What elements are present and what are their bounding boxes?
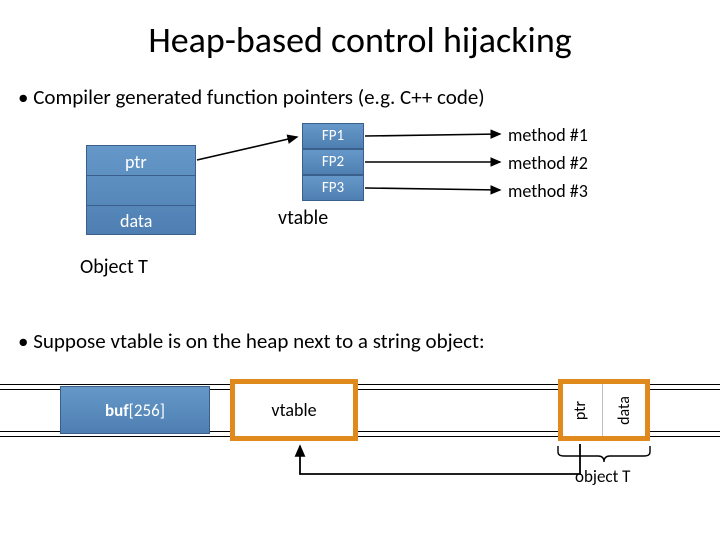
heap-ptr-label: ptr	[571, 401, 590, 420]
object-divider-1	[86, 175, 196, 176]
vtable-fp3: FP3	[302, 175, 364, 201]
object-t-label: Object T	[80, 255, 148, 279]
method-3-label: method #3	[508, 180, 588, 202]
heap-buf-bold: buf	[105, 400, 129, 421]
object-data-label: data	[120, 210, 152, 232]
diagram-object-vtable: ptr data Object T FP1 FP2 FP3 vtable met…	[0, 110, 720, 320]
heap-buf-thin: [256]	[129, 400, 165, 421]
object-ptr-label: ptr	[125, 151, 147, 173]
bullet-suppose-vtable: Suppose vtable is on the heap next to a …	[18, 328, 720, 354]
slide-title: Heap-based control hijacking	[0, 0, 720, 62]
object-divider-2	[86, 205, 196, 206]
heap-data-label: data	[615, 396, 634, 425]
heap-vtable-box: vtable	[230, 379, 358, 441]
heap-buf-box: buf[256]	[60, 386, 210, 434]
heap-ptr-data-divider	[602, 384, 603, 436]
diagram-heap: buf[256] vtable ptr data object T	[0, 354, 720, 504]
vtable-label: vtable	[278, 206, 328, 230]
bullet-compiler-pointers: Compiler generated function pointers (e.…	[18, 84, 720, 110]
vtable-fp2: FP2	[302, 149, 364, 175]
heap-object-t-caption: object T	[575, 466, 630, 487]
vtable-fp1: FP1	[302, 123, 364, 149]
method-2-label: method #2	[508, 152, 588, 174]
method-1-label: method #1	[508, 124, 588, 146]
